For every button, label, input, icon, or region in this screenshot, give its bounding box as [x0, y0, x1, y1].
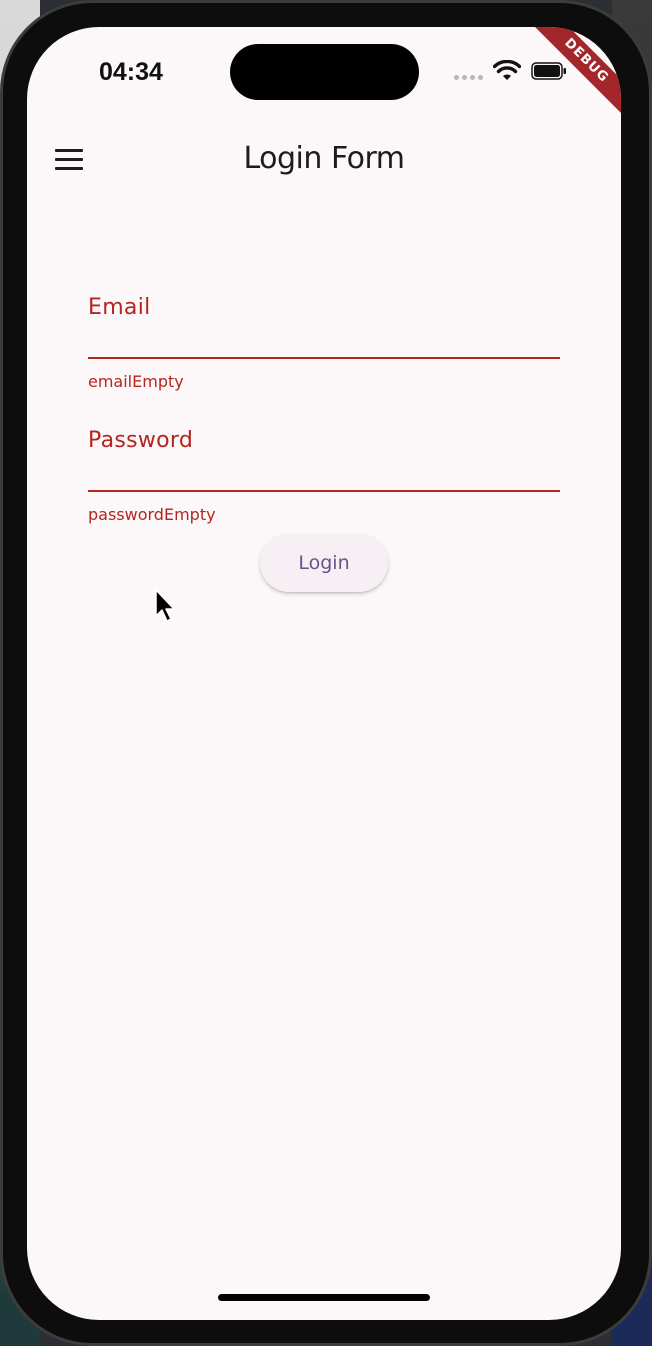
- email-label: Email: [88, 295, 151, 320]
- password-label: Password: [88, 428, 194, 453]
- email-underline: [88, 357, 560, 359]
- page-title: Login Form: [243, 141, 405, 176]
- email-field[interactable]: Email emailEmpty: [88, 295, 560, 395]
- status-time: 04:34: [99, 58, 163, 86]
- cellular-signal-icon: [454, 75, 483, 80]
- home-indicator: [218, 1294, 430, 1301]
- password-error-text: passwordEmpty: [88, 505, 216, 524]
- app-bar: Login Form: [27, 127, 621, 191]
- wifi-icon: [493, 60, 521, 80]
- status-bar: 04:34 DEBUG: [27, 27, 621, 123]
- password-underline: [88, 490, 560, 492]
- app-screen: 04:34 DEBUG Login Form Email emailEmpty …: [27, 27, 621, 1320]
- mouse-cursor-icon: [155, 589, 175, 622]
- dynamic-island: [230, 44, 419, 100]
- password-field[interactable]: Password passwordEmpty: [88, 428, 560, 528]
- phone-frame: 04:34 DEBUG Login Form Email emailEmpty …: [0, 0, 652, 1346]
- email-error-text: emailEmpty: [88, 372, 184, 391]
- login-button[interactable]: Login: [260, 534, 388, 592]
- battery-icon: [531, 62, 566, 80]
